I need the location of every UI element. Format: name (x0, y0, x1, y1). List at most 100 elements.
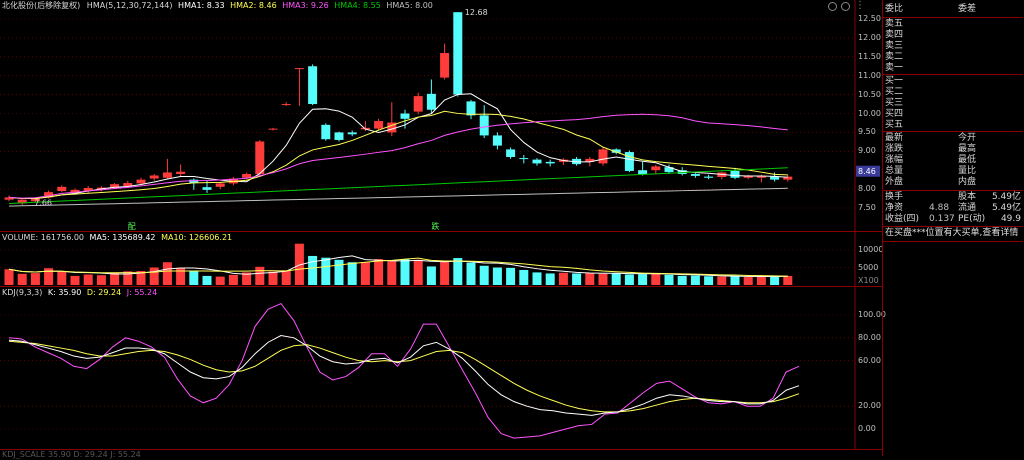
volume-bar (334, 259, 344, 285)
event-marker-2: 跌 (431, 221, 439, 231)
volume-bar (426, 266, 436, 285)
candle-body (506, 149, 516, 157)
buy-level-1: 买一 (883, 76, 1023, 87)
quote-row-3-mid-label: 量比 (958, 166, 977, 176)
sell-level-5-label: 卖五 (885, 19, 904, 29)
candle-body (136, 179, 146, 184)
buy-level-2: 买二 (883, 87, 1023, 98)
volume-bar (110, 272, 120, 285)
volume-bar (638, 274, 648, 285)
candle-body (624, 152, 634, 171)
volume-bar (783, 275, 793, 285)
low-price-annotation: 7.66 (34, 198, 52, 207)
fin-row-0: 换手 股本 5.49亿 (883, 192, 1023, 203)
candle-body (690, 173, 700, 176)
kdj-k-line (8, 334, 800, 416)
fin-row-1-label: 净资 (885, 203, 904, 213)
candle-body (162, 172, 172, 178)
quote-row-3: 总量 量比 (883, 166, 1023, 177)
quote-row-1: 涨跌 最高 (883, 144, 1023, 155)
buy-level-4-label: 买四 (885, 109, 904, 119)
volume-bar (664, 274, 674, 285)
volume-bar (585, 273, 595, 285)
volume-bar (57, 271, 67, 285)
volume-bar (506, 267, 516, 285)
volume-bar (255, 266, 265, 285)
candle-body (492, 135, 502, 146)
candle-body (308, 66, 318, 105)
volume-bar (611, 273, 621, 285)
volume-bar (651, 273, 661, 285)
volume-bar (360, 262, 370, 285)
fin-row-2: 收益(四) 0.137 PE(动) 49.9 (883, 214, 1023, 225)
volume-bar (690, 275, 700, 285)
candle-body (704, 176, 714, 178)
fin-row-1-mid-label: 流通 (958, 203, 977, 213)
quote-row-3-label: 总量 (885, 166, 904, 176)
buy-level-2-label: 买二 (885, 87, 904, 97)
volume-bar (624, 274, 634, 285)
buy-level-3-label: 买三 (885, 98, 904, 108)
volume-bar (770, 276, 780, 285)
chart-canvas: 12.68 7.66 配 跌 (0, 0, 880, 450)
volume-bar (453, 258, 463, 285)
volume-bar (677, 275, 687, 285)
candle-body (730, 170, 740, 178)
volume-bar (572, 273, 582, 285)
volume-bar (730, 276, 740, 285)
fin-row-1-value: 5.49亿 (991, 203, 1021, 213)
ma1-line (8, 93, 788, 200)
volume-bar (466, 262, 476, 285)
fin-row-0-mid-label: 股本 (958, 192, 977, 202)
volume-bar (598, 273, 608, 285)
big-order-notice[interactable]: 在买盘***位置有大买单,查看详情 (883, 228, 1023, 239)
volume-bar (30, 273, 40, 285)
quote-row-1-label: 涨跌 (885, 144, 904, 154)
candle-body (334, 132, 344, 140)
quote-panel: 委比 委差 卖五 卖四 卖三 卖二 卖一 买一 买二 买三 买四 买五 最新 今开 涨跌 最高 涨幅 最低… (882, 0, 1024, 456)
volume-bar (17, 273, 27, 285)
candle-body (176, 171, 186, 174)
candle-body (374, 121, 384, 129)
kdj-j-line (8, 302, 800, 439)
candle-body (202, 187, 212, 190)
candle-body (268, 128, 278, 130)
order-diff-label: 委差 (958, 4, 977, 14)
sell-level-3: 卖三 (883, 41, 1023, 52)
fin-row-0-label: 换手 (885, 192, 904, 202)
fin-row-1-left-value: 4.88 (929, 203, 950, 213)
candle-body (466, 101, 476, 116)
volume-bar (96, 275, 106, 285)
kdj-d-line (8, 340, 800, 413)
buy-level-5-label: 买五 (885, 120, 904, 130)
sell-level-5: 卖五 (883, 19, 1023, 30)
volume-bar (281, 270, 291, 285)
last-price-box (856, 165, 880, 177)
fin-row-2-mid-label: PE(动) (958, 214, 986, 224)
candle-body (400, 113, 410, 119)
volume-bar (162, 262, 172, 285)
quote-row-2: 涨幅 最低 (883, 155, 1023, 166)
volume-bar (202, 275, 212, 285)
volume-bar (413, 259, 423, 285)
candle-body (347, 132, 357, 135)
candle-body (532, 159, 542, 164)
quote-row-1-mid-label: 最高 (958, 144, 977, 154)
fin-row-2-left-value: 0.137 (929, 214, 955, 224)
volume-bar (704, 276, 714, 285)
quote-row-0-mid-label: 今开 (958, 133, 977, 143)
quote-row-0: 最新 今开 (883, 133, 1023, 144)
fin-row-2-value: 49.9 (1000, 214, 1021, 224)
volume-bar (83, 274, 93, 285)
volume-bar (400, 259, 410, 285)
fin-row-2-label: 收益(四) (885, 214, 920, 224)
buy-level-3: 买三 (883, 98, 1023, 109)
quote-row-2-mid-label: 最低 (958, 155, 977, 165)
quote-row-4-label: 外盘 (885, 177, 904, 187)
volume-bar (440, 261, 450, 285)
candle-body (255, 141, 265, 174)
candle-body (651, 166, 661, 171)
volume-bar (70, 275, 80, 285)
volume-bar (308, 255, 318, 285)
big-order-notice-text[interactable]: 在买盘***位置有大买单,查看详情 (885, 228, 1018, 239)
